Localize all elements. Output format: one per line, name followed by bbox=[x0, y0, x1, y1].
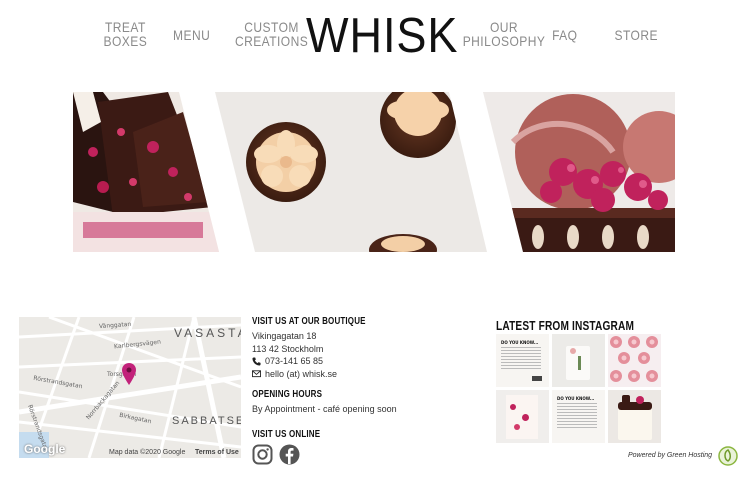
boutique-city: 113 42 Stockholm bbox=[252, 343, 324, 354]
raspberry-decor bbox=[522, 414, 529, 421]
pink-cupcakes bbox=[610, 336, 658, 382]
powered-by-link[interactable]: Powered by Green Hosting bbox=[628, 452, 712, 459]
opening-hours-heading: OPENING HOURS bbox=[252, 389, 323, 400]
instagram-post[interactable]: DO YOU KNOW... bbox=[552, 390, 605, 443]
instagram-post[interactable]: DO YOU KNOW... bbox=[496, 334, 549, 387]
raspberry-decor bbox=[636, 396, 644, 404]
map-district-label: SABBATSE bbox=[172, 415, 241, 427]
phone-number: 073-141 65 85 bbox=[265, 356, 324, 366]
nav-our-philosophy-line2: PHILOSOPHY bbox=[462, 33, 546, 49]
nav-menu[interactable]: MENU bbox=[173, 28, 210, 42]
instagram-post[interactable] bbox=[608, 390, 661, 443]
map-pin-icon[interactable] bbox=[122, 363, 136, 385]
nav-faq[interactable]: FAQ bbox=[552, 28, 577, 42]
stem-decor bbox=[578, 356, 581, 370]
instagram-post-caption: DO YOU KNOW... bbox=[501, 340, 539, 345]
opening-hours-text: By Appointment - café opening soon bbox=[252, 404, 397, 414]
hero-banner bbox=[73, 92, 675, 252]
instagram-icon[interactable] bbox=[252, 444, 273, 465]
nav-faq-label: FAQ bbox=[552, 27, 578, 43]
social-links bbox=[252, 444, 452, 465]
chocolate-decor bbox=[622, 395, 630, 404]
nav-menu-label: MENU bbox=[173, 27, 211, 43]
visit-online-heading: VISIT US ONLINE bbox=[252, 428, 321, 440]
email-row[interactable]: hello (at) whisk.se bbox=[252, 368, 452, 381]
instagram-post[interactable] bbox=[608, 334, 661, 387]
map-district-label: VASASTA bbox=[174, 326, 241, 340]
whisk-logo[interactable]: WHISK bbox=[306, 9, 459, 63]
envelope-icon bbox=[252, 370, 261, 378]
phone-row[interactable]: 073-141 65 85 bbox=[252, 355, 452, 368]
email-address: hello (at) whisk.se bbox=[265, 368, 338, 379]
instagram-post[interactable] bbox=[552, 334, 605, 387]
logo-mark bbox=[532, 376, 542, 381]
google-logo[interactable]: Google bbox=[24, 442, 65, 456]
phone-icon bbox=[252, 357, 261, 366]
nav-treat-boxes-line2: BOXES bbox=[103, 33, 148, 49]
nav-custom-creations[interactable]: CUSTOM CREATIONS bbox=[235, 20, 308, 48]
instagram-post-caption: DO YOU KNOW... bbox=[557, 396, 595, 401]
flower-decor bbox=[570, 348, 576, 354]
boutique-info: VISIT US AT OUR BOUTIQUE Vikingagatan 18… bbox=[252, 316, 452, 465]
hero-image-drip-cake bbox=[483, 92, 675, 252]
text-block bbox=[501, 347, 541, 369]
raspberry-decor bbox=[514, 424, 520, 430]
hero-image-chocolate-bark bbox=[73, 92, 219, 252]
nav-treat-boxes[interactable]: TREAT BOXES bbox=[104, 20, 148, 48]
map-attribution: Map data ©2020 Google bbox=[109, 449, 186, 456]
nav-our-philosophy-line1: OUR bbox=[489, 19, 519, 35]
nav-store-label: STORE bbox=[614, 27, 658, 43]
site-header: TREAT BOXES MENU CUSTOM CREATIONS WHISK … bbox=[0, 0, 747, 80]
text-block bbox=[557, 403, 597, 429]
google-map[interactable]: Vänggatan Karlbergsvägen Torsgatan Rörst… bbox=[19, 317, 241, 458]
boutique-heading: VISIT US AT OUR BOUTIQUE bbox=[252, 316, 366, 327]
raspberry-decor bbox=[510, 404, 516, 410]
nav-custom-creations-line1: CUSTOM bbox=[244, 19, 299, 35]
nav-treat-boxes-line1: TREAT bbox=[105, 19, 146, 35]
nav-custom-creations-line2: CREATIONS bbox=[234, 33, 309, 49]
instagram-heading: LATEST FROM INSTAGRAM bbox=[496, 318, 635, 333]
map-terms-link[interactable]: Terms of Use bbox=[195, 449, 239, 456]
boutique-street: Vikingagatan 18 bbox=[252, 331, 317, 341]
green-hosting-logo[interactable] bbox=[718, 446, 738, 466]
instagram-grid: DO YOU KNOW... DO YOU KNOW... bbox=[496, 334, 662, 444]
facebook-icon[interactable] bbox=[279, 444, 300, 465]
hero-image-cupcakes bbox=[215, 92, 487, 252]
instagram-post[interactable] bbox=[496, 390, 549, 443]
instagram-section-title: LATEST FROM INSTAGRAM bbox=[496, 318, 673, 333]
logo-text: WHISK bbox=[306, 9, 459, 63]
nav-our-philosophy[interactable]: OUR PHILOSOPHY bbox=[463, 20, 546, 48]
nav-store[interactable]: STORE bbox=[615, 28, 658, 42]
